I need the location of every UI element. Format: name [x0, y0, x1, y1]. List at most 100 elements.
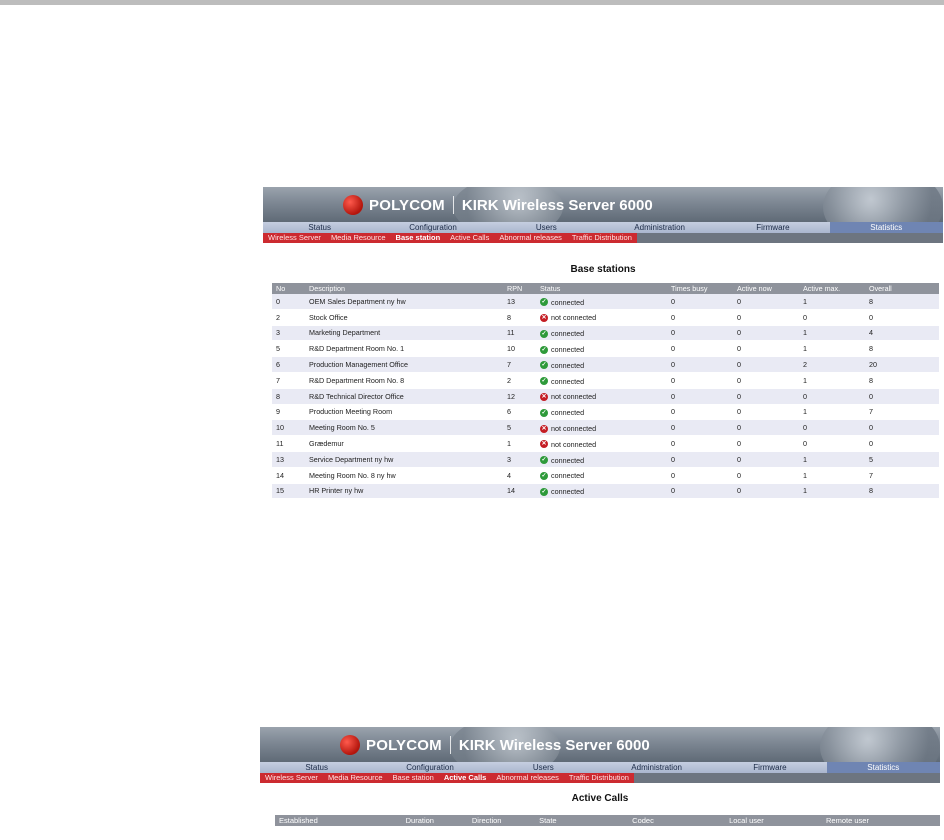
- cell-active-max: 1: [799, 294, 865, 310]
- cell-active-max: 2: [799, 356, 865, 373]
- polycom-logo-icon: [340, 735, 360, 755]
- cell-active-max: 1: [799, 483, 865, 500]
- sub-nav-traffic-distribution[interactable]: Traffic Distribution: [564, 773, 634, 783]
- base-stations-screenshot: POLYCOM KIRK Wireless Server 6000 Status…: [263, 187, 943, 500]
- cell-description: Production Management Office: [305, 356, 503, 373]
- sub-nav-abnormal-releases[interactable]: Abnormal releases: [491, 773, 564, 783]
- cell-overall: 8: [865, 483, 939, 500]
- cell-description: R&D Technical Director Office: [305, 388, 503, 405]
- main-nav-configuration[interactable]: Configuration: [376, 222, 489, 233]
- cell-active-now: 0: [733, 372, 799, 389]
- cell-active-max: 0: [799, 309, 865, 326]
- cell-no: 14: [272, 467, 305, 484]
- cell-times-busy: 0: [667, 356, 733, 373]
- sub-nav-abnormal-releases[interactable]: Abnormal releases: [494, 233, 567, 243]
- check-circle-icon: ✓: [540, 345, 548, 354]
- cell-times-busy: 0: [667, 404, 733, 421]
- cell-times-busy: 0: [667, 451, 733, 468]
- sub-nav-media-resource[interactable]: Media Resource: [326, 233, 391, 243]
- cell-status: ✓ connected: [536, 294, 667, 310]
- column-header-established[interactable]: Established: [275, 815, 402, 826]
- cell-rpn: 12: [503, 388, 536, 405]
- status-cell: ✓ connected: [540, 361, 584, 370]
- main-nav-status[interactable]: Status: [263, 222, 376, 233]
- sub-nav-base-station[interactable]: Base station: [388, 773, 439, 783]
- status-text: not connected: [551, 424, 597, 434]
- cell-description: R&D Department Room No. 8: [305, 372, 503, 389]
- table-row: 3 Marketing Department 11 ✓ connected 0 0 1 4: [272, 325, 939, 342]
- sub-nav-wireless-server[interactable]: Wireless Server: [260, 773, 323, 783]
- cell-times-busy: 0: [667, 483, 733, 500]
- cell-overall: 0: [865, 435, 939, 452]
- cell-status: ✕ not connected: [536, 309, 667, 326]
- status-text: connected: [551, 345, 585, 355]
- cell-status: ✓ connected: [536, 356, 667, 373]
- cell-no: 15: [272, 483, 305, 500]
- x-circle-icon: ✕: [540, 440, 548, 449]
- main-nav-firmware[interactable]: Firmware: [713, 762, 826, 773]
- polycom-logo-icon: [343, 195, 363, 215]
- column-header-active-now[interactable]: Active now: [733, 283, 799, 294]
- status-cell: ✓ connected: [540, 471, 584, 480]
- cell-active-max: 1: [799, 451, 865, 468]
- cell-no: 2: [272, 309, 305, 326]
- x-circle-icon: ✕: [540, 424, 548, 433]
- main-nav-configuration[interactable]: Configuration: [373, 762, 486, 773]
- cell-times-busy: 0: [667, 340, 733, 358]
- main-nav-statistics[interactable]: Statistics: [826, 762, 940, 773]
- cell-rpn: 2: [503, 372, 536, 389]
- column-header-no[interactable]: No: [272, 283, 305, 294]
- main-nav-status[interactable]: Status: [260, 762, 373, 773]
- sub-nav-active-calls[interactable]: Active Calls: [445, 233, 494, 243]
- main-nav-users[interactable]: Users: [490, 222, 603, 233]
- cell-overall: 7: [865, 467, 939, 484]
- cell-status: ✓ connected: [536, 325, 667, 342]
- cell-active-now: 0: [733, 483, 799, 500]
- cell-rpn: 8: [503, 309, 536, 326]
- column-header-local-user[interactable]: Local user: [725, 815, 822, 826]
- main-nav-administration[interactable]: Administration: [600, 762, 713, 773]
- cell-status: ✓ connected: [536, 483, 667, 500]
- cell-overall: 8: [865, 372, 939, 389]
- check-circle-icon: ✓: [540, 487, 548, 496]
- cell-times-busy: 0: [667, 309, 733, 326]
- cell-no: 6: [272, 356, 305, 373]
- status-text: not connected: [551, 313, 597, 323]
- column-header-status[interactable]: Status: [536, 283, 667, 294]
- logo-divider: [449, 736, 451, 754]
- table-row: 13 Service Department ny hw 3 ✓ connected 0 0 1…: [272, 451, 939, 468]
- cell-rpn: 4: [503, 467, 536, 484]
- main-nav-firmware[interactable]: Firmware: [716, 222, 829, 233]
- cell-rpn: 7: [503, 356, 536, 373]
- sub-nav-base-station[interactable]: Base station: [391, 233, 446, 243]
- cell-times-busy: 0: [667, 294, 733, 310]
- column-header-direction[interactable]: Direction: [468, 815, 535, 826]
- main-nav-users[interactable]: Users: [487, 762, 600, 773]
- sub-nav-media-resource[interactable]: Media Resource: [323, 773, 388, 783]
- column-header-codec[interactable]: Codec: [628, 815, 725, 826]
- sub-nav-active-calls[interactable]: Active Calls: [439, 773, 492, 783]
- column-header-active-max[interactable]: Active max.: [799, 283, 865, 294]
- sub-nav-traffic-distribution[interactable]: Traffic Distribution: [567, 233, 637, 243]
- column-header-times-busy[interactable]: Times busy: [667, 283, 733, 294]
- sub-nav-filler: [637, 233, 943, 243]
- column-header-state[interactable]: State: [535, 815, 628, 826]
- cell-active-now: 0: [733, 294, 799, 310]
- cell-active-now: 0: [733, 451, 799, 468]
- cell-overall: 0: [865, 388, 939, 405]
- column-header-description[interactable]: Description: [305, 283, 503, 294]
- cell-overall: 0: [865, 309, 939, 326]
- cell-no: 11: [272, 435, 305, 452]
- sub-nav-wireless-server[interactable]: Wireless Server: [263, 233, 326, 243]
- column-header-overall[interactable]: Overall: [865, 283, 939, 294]
- main-nav-administration[interactable]: Administration: [603, 222, 716, 233]
- column-header-duration[interactable]: Duration: [402, 815, 468, 826]
- cell-times-busy: 0: [667, 325, 733, 342]
- column-header-rpn[interactable]: RPN: [503, 283, 536, 294]
- active-calls-header: Established Duration Direction State Codec Lo…: [275, 815, 940, 826]
- main-nav-statistics[interactable]: Statistics: [829, 222, 943, 233]
- cell-description: Production Meeting Room: [305, 404, 503, 421]
- cell-overall: 4: [865, 325, 939, 342]
- cell-description: Meeting Room No. 5: [305, 419, 503, 437]
- column-header-remote-user[interactable]: Remote user: [822, 815, 940, 826]
